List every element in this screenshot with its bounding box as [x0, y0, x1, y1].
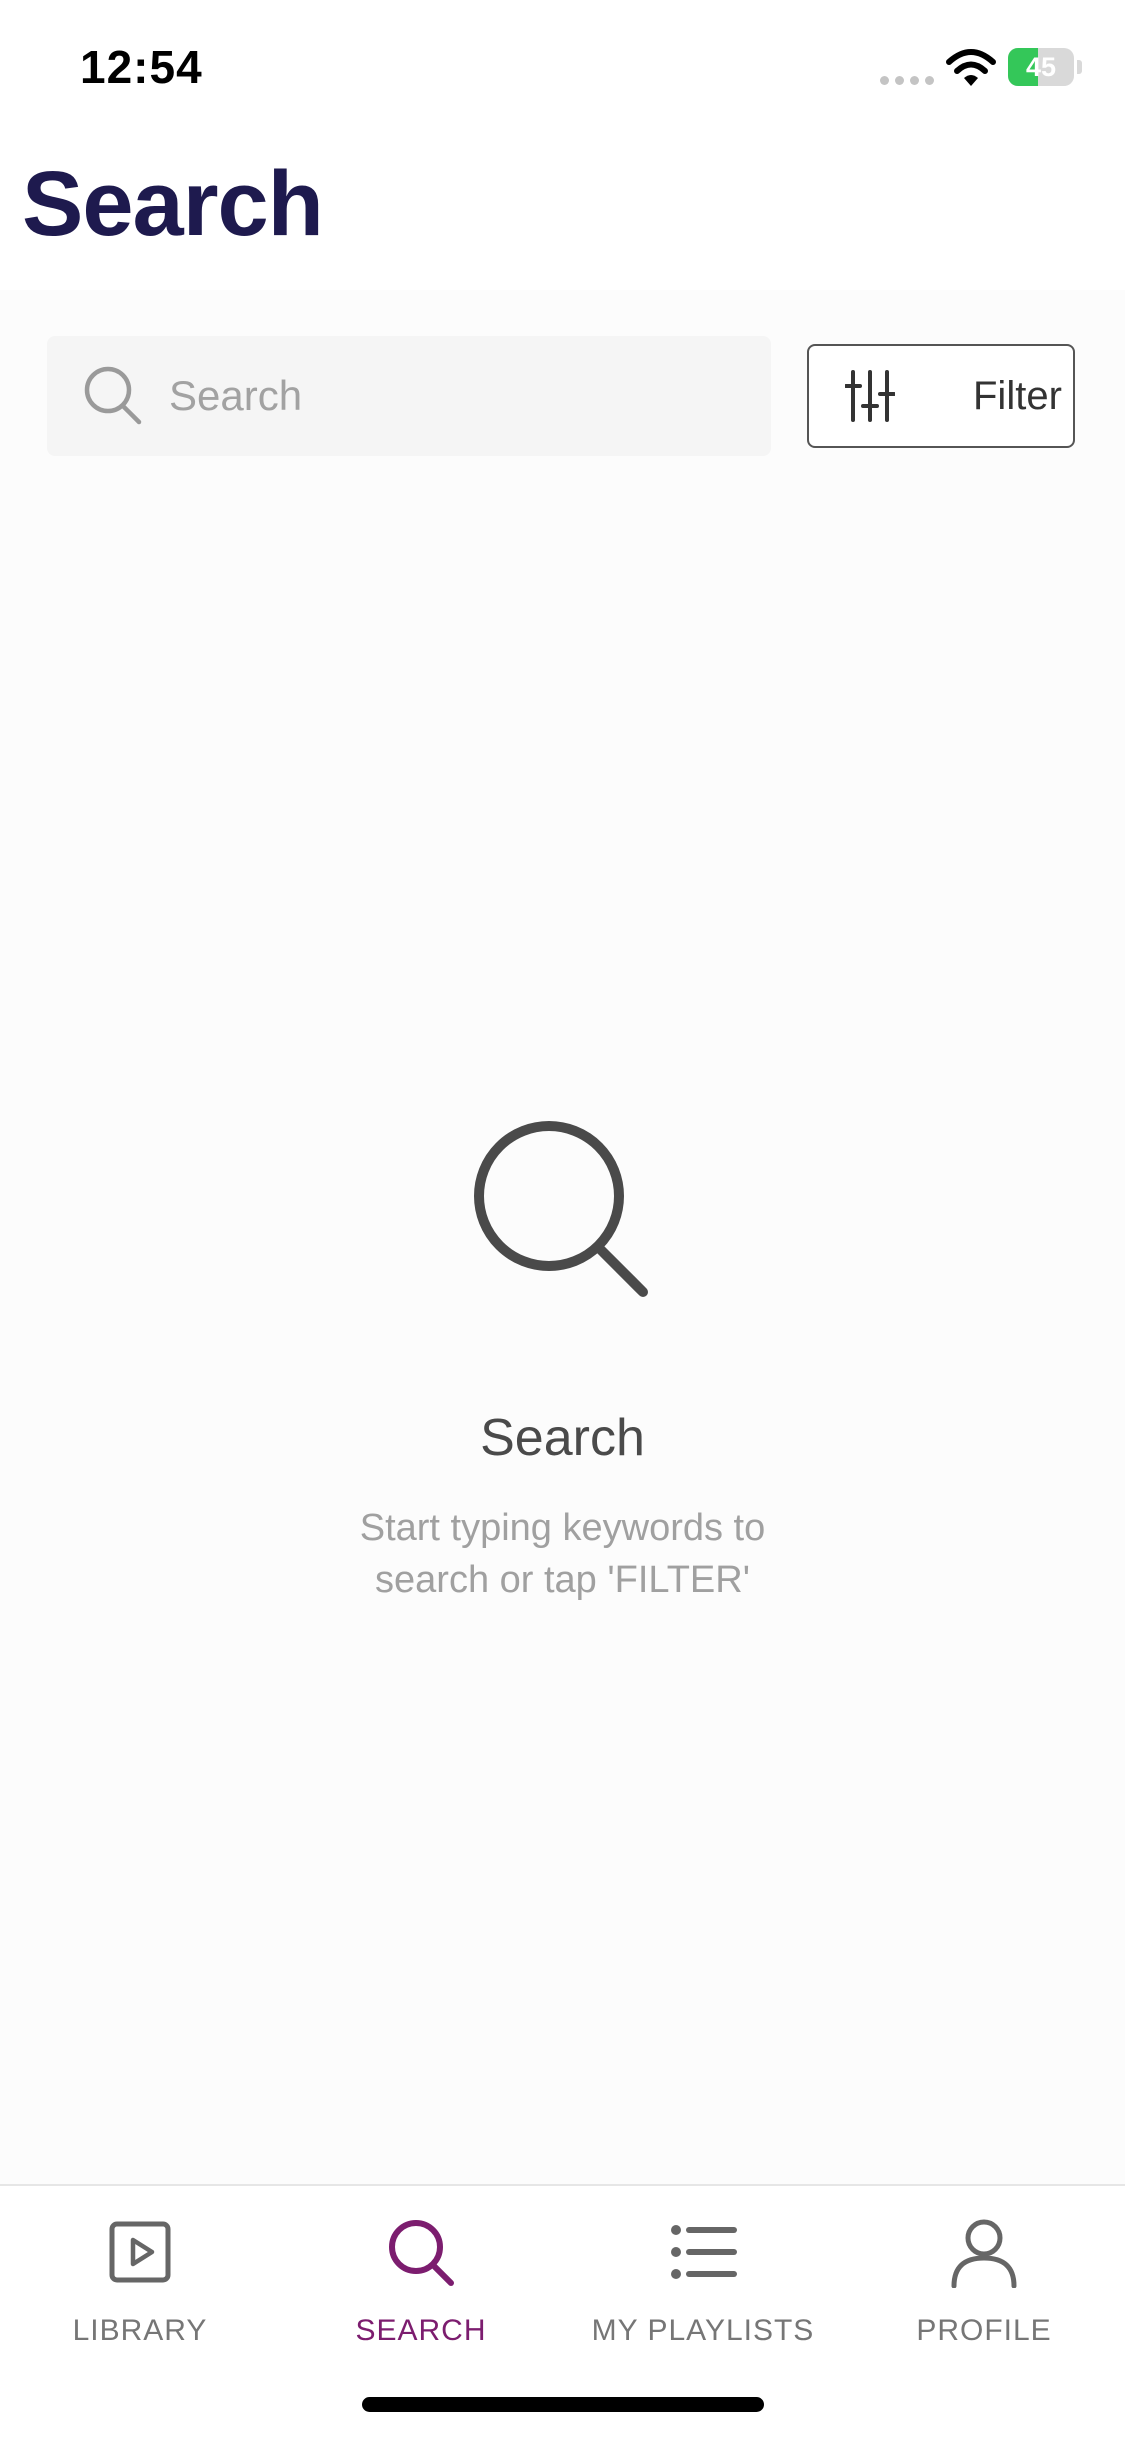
tab-label: LIBRARY — [72, 2314, 208, 2347]
search-icon — [84, 366, 142, 425]
sliders-icon — [845, 370, 895, 422]
search-input[interactable] — [167, 371, 731, 421]
tab-label: SEARCH — [355, 2314, 487, 2347]
play-square-icon — [109, 2221, 171, 2283]
wifi-icon — [946, 49, 996, 86]
header: Search — [0, 140, 1125, 290]
search-field[interactable] — [47, 336, 771, 456]
cellular-signal-icon — [880, 76, 934, 85]
large-search-icon — [473, 1121, 648, 1297]
empty-state-message: Start typing keywords to search or tap '… — [359, 1507, 766, 1601]
filter-button[interactable]: Filter — [807, 344, 1075, 448]
home-indicator — [362, 2397, 764, 2412]
status-time: 12:54 — [80, 41, 203, 93]
tab-search[interactable]: SEARCH — [281, 2216, 561, 2366]
person-icon — [951, 2219, 1017, 2288]
empty-state-title: Search — [480, 1409, 645, 1467]
search-icon — [389, 2220, 454, 2286]
tab-my-playlists[interactable]: MY PLAYLISTS — [563, 2216, 843, 2366]
status-bar: 12:54 45 — [0, 0, 1125, 140]
list-icon — [671, 2225, 737, 2279]
page-title: Search — [22, 153, 324, 255]
empty-state: Search Start typing keywords to search o… — [0, 1120, 1125, 1606]
battery-cap — [1077, 60, 1082, 74]
tab-label: MY PLAYLISTS — [591, 2314, 815, 2347]
tab-label: PROFILE — [916, 2314, 1052, 2347]
battery-icon: 45 — [1008, 48, 1074, 86]
tab-library[interactable]: LIBRARY — [0, 2216, 280, 2366]
tab-profile[interactable]: PROFILE — [844, 2216, 1124, 2366]
filter-label: Filter — [973, 373, 1062, 418]
battery-level: 45 — [1025, 51, 1057, 82]
